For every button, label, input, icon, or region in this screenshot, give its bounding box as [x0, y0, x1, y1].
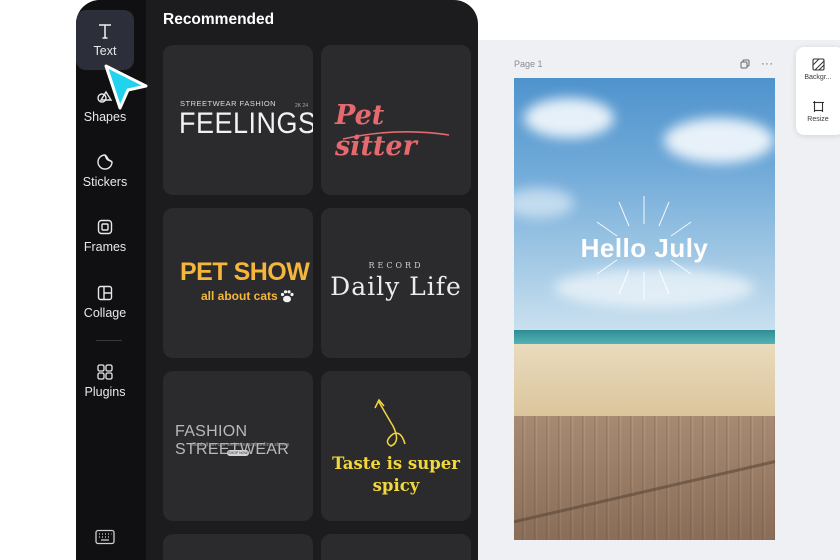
card-big-text: Daily Life [330, 272, 462, 301]
card-small-text: RECORD [368, 261, 424, 270]
rail-item-plugins[interactable]: Plugins [76, 351, 134, 411]
rail-label-text: Text [93, 44, 117, 58]
deck-shade [514, 416, 775, 540]
duplicate-page-icon[interactable] [740, 59, 750, 69]
rail-item-frames[interactable]: Frames [76, 206, 134, 266]
template-card[interactable]: STREETWEAR FASHION FEELINGS 2K 24 [163, 45, 313, 195]
cloud [524, 98, 614, 138]
rail-item-collage[interactable]: Collage [76, 272, 134, 332]
card-big-text: PET SHOW [180, 258, 310, 286]
rail-divider [96, 340, 122, 341]
headline-text[interactable]: Hello July [514, 233, 775, 264]
cursor-pointer-icon [104, 64, 148, 110]
resize-label: Resize [807, 116, 829, 123]
rail-label-collage: Collage [83, 306, 127, 320]
text-icon [99, 24, 111, 39]
card-sub-text: Grab it on our website and online stores [192, 442, 290, 448]
background-button[interactable]: Backgr... [796, 58, 840, 81]
sand [514, 344, 775, 416]
card-line-2: spicy [372, 476, 420, 495]
template-card[interactable]: Taste is super spicy [321, 371, 471, 521]
template-card[interactable]: PET SHOW all about cats [163, 208, 313, 358]
template-list: Recommended STREETWEAR FASHION FEELINGS … [146, 0, 478, 560]
background-label: Backgr... [804, 74, 832, 81]
card-tag-text: 2K 24 [295, 103, 309, 109]
swoosh-decoration [342, 131, 450, 140]
card-big-text: FEELINGS [179, 106, 313, 140]
resize-button[interactable]: Resize [796, 100, 840, 123]
squiggle-arrow-decoration [374, 398, 406, 447]
floating-toolbar: Backgr... Resize [796, 47, 840, 135]
resize-icon [812, 101, 824, 112]
cloud [664, 118, 774, 163]
sea [514, 330, 775, 344]
background-icon [811, 58, 825, 71]
template-card[interactable] [163, 534, 313, 560]
rail-item-text[interactable]: Text [76, 10, 134, 70]
design-photo[interactable]: Hello July [514, 78, 775, 540]
rail-label-plugins: Plugins [84, 385, 126, 399]
keyboard-icon[interactable] [95, 529, 115, 545]
collage-icon [97, 285, 113, 301]
card-sub-text: all about cats [201, 289, 278, 303]
template-card[interactable] [321, 534, 471, 560]
card-line-1: Taste is super [332, 454, 460, 473]
page-label: Page 1 [514, 59, 543, 69]
section-title: Recommended [163, 11, 275, 28]
rail-item-stickers[interactable]: Stickers [76, 141, 134, 201]
card-big-text: Taste is super spicy [321, 453, 471, 497]
template-card[interactable]: RECORD Daily Life [321, 208, 471, 358]
template-card[interactable]: Pet sitter [321, 45, 471, 195]
rail-label-stickers: Stickers [82, 175, 128, 189]
card-pill: SHOP NOW [227, 450, 249, 456]
paw-icon [280, 290, 294, 303]
plugins-icon [97, 364, 113, 380]
template-card[interactable]: FASHION STREETWEAR Grab it on our websit… [163, 371, 313, 521]
rail-label-frames: Frames [83, 240, 127, 254]
more-options-icon[interactable]: ··· [761, 58, 774, 70]
frame-icon [97, 219, 113, 235]
sticker-icon [97, 154, 113, 170]
